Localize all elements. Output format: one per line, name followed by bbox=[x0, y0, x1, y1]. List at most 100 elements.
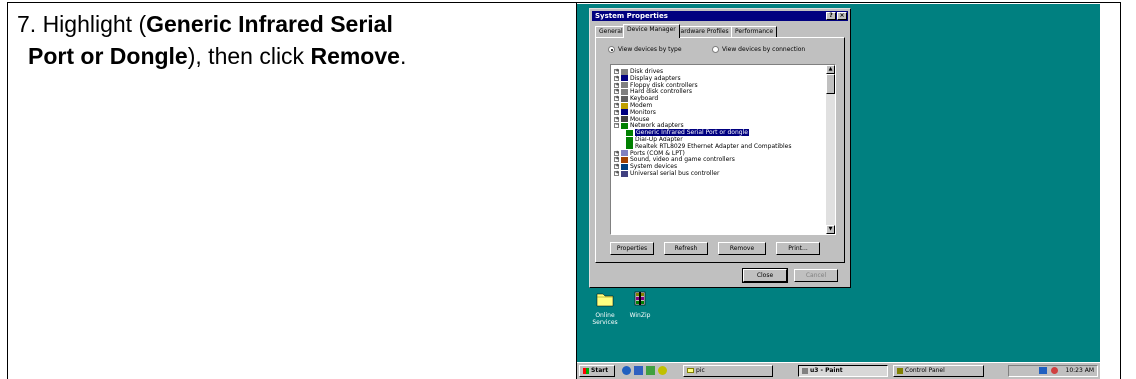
clock[interactable]: 10:23 AM bbox=[1066, 367, 1094, 374]
close-window-button[interactable]: × bbox=[837, 12, 847, 20]
scroll-down-button[interactable]: ▼ bbox=[826, 225, 835, 234]
network-tray-icon[interactable] bbox=[1038, 367, 1047, 374]
desktop-icon-online-services[interactable]: Online Services bbox=[585, 291, 625, 326]
expand-icon[interactable]: + bbox=[614, 150, 619, 156]
print-button[interactable]: Print... bbox=[776, 242, 820, 255]
tree-item-label: Floppy disk controllers bbox=[630, 81, 698, 89]
expand-icon[interactable]: + bbox=[614, 89, 619, 95]
monitor-icon bbox=[621, 109, 628, 116]
tree-item-category[interactable]: + Sound, video and game controllers bbox=[614, 156, 735, 163]
tree-item-category[interactable]: + Hard disk controllers bbox=[614, 88, 692, 95]
cancel-button[interactable]: Cancel bbox=[794, 269, 838, 282]
expand-icon[interactable]: + bbox=[614, 171, 619, 176]
usb-icon bbox=[621, 170, 628, 177]
tree-item-label: Generic Infrared Serial Port or dongle bbox=[634, 128, 750, 138]
tree-item-label: Universal serial bus controller bbox=[630, 170, 720, 177]
tree-item-child[interactable]: Dial-Up Adapter bbox=[626, 136, 683, 143]
tree-item-category[interactable]: + Display adapters bbox=[614, 75, 681, 82]
tree-item-category[interactable]: − Network adapters bbox=[614, 122, 684, 129]
disk-icon bbox=[621, 68, 628, 75]
taskbar: Start pic u3 - Paint Control Panel 10:23… bbox=[577, 362, 1100, 379]
tree-item-label: Realtek RTL8029 Ethernet Adapter and Com… bbox=[635, 142, 792, 150]
radio-view-by-connection[interactable]: View devices by connection bbox=[712, 46, 805, 53]
tree-item-category[interactable]: + Mouse bbox=[614, 116, 649, 123]
tab-general[interactable]: General bbox=[595, 26, 627, 37]
radio-view-by-type[interactable]: View devices by type bbox=[608, 46, 682, 53]
tab-hardware-profiles[interactable]: Hardware Profiles bbox=[672, 26, 733, 37]
tree-item-label: Monitors bbox=[630, 108, 656, 116]
tab-performance[interactable]: Performance bbox=[731, 26, 778, 37]
expand-icon[interactable]: + bbox=[614, 109, 619, 115]
keyboard-icon bbox=[621, 95, 628, 102]
tree-item-label: Network adapters bbox=[630, 122, 684, 130]
remove-button[interactable]: Remove bbox=[718, 242, 766, 255]
tree-item-label: Mouse bbox=[630, 115, 650, 123]
disk-icon bbox=[621, 88, 628, 95]
right-margin bbox=[1100, 4, 1120, 379]
channels-icon[interactable] bbox=[658, 366, 667, 375]
device-manager-panel: View devices by type View devices by con… bbox=[595, 37, 845, 263]
tree-item-label: Keyboard bbox=[630, 95, 659, 103]
network-card-icon bbox=[626, 143, 633, 150]
help-icon: ? bbox=[829, 12, 833, 19]
expand-icon[interactable]: + bbox=[614, 82, 619, 88]
properties-button[interactable]: Properties bbox=[610, 242, 654, 255]
windows-logo-icon bbox=[583, 367, 589, 374]
tree-item-category[interactable]: + Floppy disk controllers bbox=[614, 82, 698, 89]
desktop-icon-winzip[interactable]: WinZip bbox=[620, 291, 660, 319]
dialog-title-bar[interactable]: System Properties ? × bbox=[592, 11, 848, 21]
browser-icon[interactable] bbox=[622, 366, 631, 375]
close-button[interactable]: Close bbox=[742, 268, 788, 283]
tree-item-category[interactable]: + System devices bbox=[614, 163, 677, 170]
desktop-icon[interactable] bbox=[646, 366, 655, 375]
tree-item-child[interactable]: Realtek RTL8029 Ethernet Adapter and Com… bbox=[626, 143, 791, 150]
dialog-title: System Properties bbox=[595, 12, 668, 20]
tab-device-manager[interactable]: Device Manager bbox=[623, 24, 680, 38]
tree-item-category[interactable]: + Modem bbox=[614, 102, 652, 109]
tree-item-category[interactable]: + Ports (COM & LPT) bbox=[614, 150, 685, 157]
tree-item-child[interactable]: Generic Infrared Serial Port or dongle bbox=[626, 128, 750, 138]
disk-icon bbox=[621, 82, 628, 89]
folder-icon bbox=[596, 293, 614, 307]
scroll-thumb[interactable] bbox=[826, 74, 835, 94]
expand-icon[interactable]: + bbox=[614, 164, 619, 170]
taskbar-item-paint[interactable]: u3 - Paint bbox=[798, 365, 888, 377]
windows-desktop: System Properties ? × General Device Man… bbox=[577, 4, 1100, 379]
tree-item-label: Hard disk controllers bbox=[630, 88, 692, 96]
port-icon bbox=[621, 150, 628, 157]
system-tray: 10:23 AM bbox=[1008, 365, 1098, 377]
system-properties-dialog: System Properties ? × General Device Man… bbox=[589, 8, 851, 288]
refresh-button[interactable]: Refresh bbox=[664, 242, 708, 255]
network-card-icon bbox=[621, 122, 628, 129]
instruction-text: 7. Highlight (Generic Infrared Serial Po… bbox=[17, 8, 557, 72]
expand-icon[interactable]: + bbox=[614, 116, 619, 122]
tree-item-label: Modem bbox=[630, 102, 653, 109]
tree-item-label: Disk drives bbox=[630, 68, 664, 75]
tree-item-category[interactable]: + Universal serial bus controller bbox=[614, 170, 719, 177]
expand-icon[interactable]: + bbox=[614, 69, 619, 74]
taskbar-item-pic[interactable]: pic bbox=[683, 365, 773, 377]
folder-icon bbox=[687, 368, 694, 373]
tree-item-label: Display adapters bbox=[630, 74, 681, 82]
volume-tray-icon[interactable] bbox=[1050, 367, 1058, 374]
radio-selected-icon bbox=[608, 46, 615, 53]
expand-icon[interactable]: + bbox=[614, 157, 619, 163]
tree-item-category[interactable]: + Monitors bbox=[614, 109, 656, 116]
device-tree[interactable]: + Universal serial bus controller + System … bbox=[610, 64, 836, 235]
expand-icon[interactable]: + bbox=[614, 75, 619, 81]
start-button[interactable]: Start bbox=[579, 365, 615, 377]
taskbar-item-control-panel[interactable]: Control Panel bbox=[893, 365, 984, 377]
tree-item-label: Sound, video and game controllers bbox=[630, 156, 735, 164]
collapse-icon[interactable]: − bbox=[614, 123, 619, 129]
tree-item-category[interactable]: + Disk drives bbox=[614, 68, 663, 75]
outlook-icon[interactable] bbox=[634, 366, 643, 375]
tree-scrollbar[interactable]: ▲ ▼ bbox=[826, 65, 835, 234]
scroll-up-button[interactable]: ▲ bbox=[826, 65, 835, 74]
tree-item-category[interactable]: + Keyboard bbox=[614, 95, 658, 102]
instruction-line-1: 7. Highlight (Generic Infrared Serial bbox=[17, 11, 393, 37]
expand-icon[interactable]: + bbox=[614, 103, 619, 108]
expand-icon[interactable]: + bbox=[614, 96, 619, 102]
help-button[interactable]: ? bbox=[826, 12, 836, 20]
computer-icon bbox=[621, 163, 628, 170]
network-card-icon bbox=[626, 136, 633, 143]
